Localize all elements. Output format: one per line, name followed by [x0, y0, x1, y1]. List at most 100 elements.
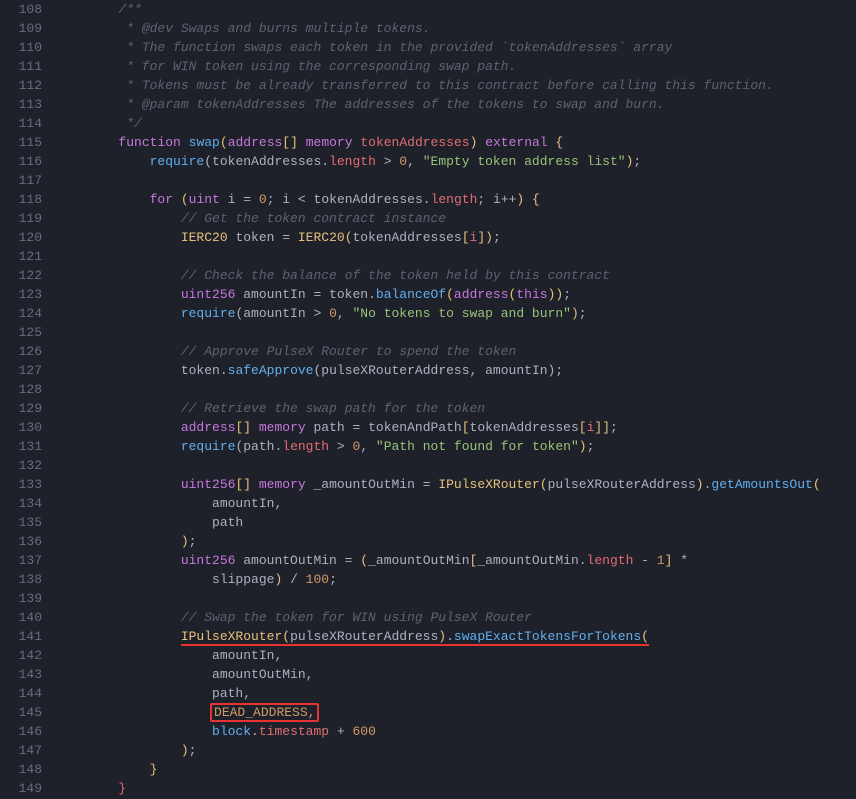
code-line[interactable]: // Get the token contract instance — [56, 209, 856, 228]
line-number-gutter: 1081091101111121131141151161171181191201… — [0, 0, 48, 799]
code-line[interactable]: amountIn, — [56, 646, 856, 665]
code-token: [ — [462, 230, 470, 245]
code-line[interactable]: IPulseXRouter(pulseXRouterAddress).swapE… — [56, 627, 856, 646]
code-token: [ — [462, 420, 470, 435]
code-line[interactable]: for (uint i = 0; i < tokenAddresses.leng… — [56, 190, 856, 209]
code-token — [56, 477, 181, 492]
line-number: 116 — [6, 152, 42, 171]
code-token: external — [485, 135, 547, 150]
code-line[interactable]: token.safeApprove(pulseXRouterAddress, a… — [56, 361, 856, 380]
code-line[interactable]: uint256[] memory _amountOutMin = IPulseX… — [56, 475, 856, 494]
code-line[interactable] — [56, 171, 856, 190]
code-line[interactable]: uint256 amountOutMin = (_amountOutMin[_a… — [56, 551, 856, 570]
line-number: 124 — [6, 304, 42, 323]
code-line[interactable] — [56, 456, 856, 475]
code-token: / — [282, 572, 305, 587]
code-token: ; i — [267, 192, 298, 207]
code-line[interactable]: ); — [56, 532, 856, 551]
code-token: , — [407, 154, 423, 169]
code-token: tokenAndPath — [360, 420, 461, 435]
code-token: safeApprove — [228, 363, 314, 378]
code-line[interactable]: path — [56, 513, 856, 532]
line-number: 129 — [6, 399, 42, 418]
code-token: ; — [579, 306, 587, 321]
code-editor-content[interactable]: /** * @dev Swaps and burns multiple toke… — [48, 0, 856, 799]
code-line[interactable]: IERC20 token = IERC20(tokenAddresses[i])… — [56, 228, 856, 247]
line-number: 119 — [6, 209, 42, 228]
code-token — [56, 572, 212, 587]
code-line[interactable]: ); — [56, 741, 856, 760]
code-line[interactable]: // Check the balance of the token held b… — [56, 266, 856, 285]
code-line[interactable] — [56, 323, 856, 342]
code-token — [56, 21, 126, 36]
line-number: 138 — [6, 570, 42, 589]
code-line[interactable]: slippage) / 100; — [56, 570, 856, 589]
line-number: 132 — [6, 456, 42, 475]
code-token: ( — [282, 629, 290, 646]
line-number: 127 — [6, 361, 42, 380]
code-token: ( — [181, 192, 189, 207]
code-token: ; — [610, 420, 618, 435]
code-line[interactable]: function swap(address[] memory tokenAddr… — [56, 133, 856, 152]
line-number: 109 — [6, 19, 42, 38]
code-line[interactable]: require(amountIn > 0, "No tokens to swap… — [56, 304, 856, 323]
code-token — [298, 135, 306, 150]
code-line[interactable]: // Retrieve the swap path for the token — [56, 399, 856, 418]
code-line[interactable]: } — [56, 760, 856, 779]
code-line[interactable]: uint256 amountIn = token.balanceOf(addre… — [56, 285, 856, 304]
code-line[interactable] — [56, 589, 856, 608]
code-token: ( — [813, 477, 821, 492]
code-token: length — [587, 553, 634, 568]
code-token: DEAD_ADDRESS, — [210, 703, 319, 722]
code-line[interactable]: require(path.length > 0, "Path not found… — [56, 437, 856, 456]
code-line[interactable]: // Swap the token for WIN using PulseX R… — [56, 608, 856, 627]
code-token: tokenAddresses — [212, 154, 321, 169]
code-line[interactable]: * for WIN token using the corresponding … — [56, 57, 856, 76]
code-token: . — [251, 724, 259, 739]
code-token: amountIn — [212, 648, 274, 663]
code-token: _amountOutMin — [306, 477, 423, 492]
code-line[interactable]: * @dev Swaps and burns multiple tokens. — [56, 19, 856, 38]
code-token: 0 — [329, 306, 337, 321]
code-line[interactable]: require(tokenAddresses.length > 0, "Empt… — [56, 152, 856, 171]
code-token: [ — [579, 420, 587, 435]
code-line[interactable] — [56, 380, 856, 399]
line-number: 108 — [6, 0, 42, 19]
code-token: . — [220, 363, 228, 378]
code-token: pulseXRouterAddress — [548, 477, 696, 492]
code-line[interactable]: address[] memory path = tokenAndPath[tok… — [56, 418, 856, 437]
code-line[interactable]: path, — [56, 684, 856, 703]
code-token: ; — [493, 230, 501, 245]
code-token: 100 — [306, 572, 329, 587]
code-line[interactable]: amountIn, — [56, 494, 856, 513]
code-token: . — [423, 192, 431, 207]
line-number: 139 — [6, 589, 42, 608]
code-line[interactable]: amountOutMin, — [56, 665, 856, 684]
code-token: ++ — [501, 192, 517, 207]
code-line[interactable]: DEAD_ADDRESS, — [56, 703, 856, 722]
line-number: 120 — [6, 228, 42, 247]
code-token: require — [181, 439, 236, 454]
code-token: ) — [181, 743, 189, 758]
code-token: swap — [189, 135, 220, 150]
code-line[interactable]: block.timestamp + 600 — [56, 722, 856, 741]
code-line[interactable] — [56, 247, 856, 266]
code-line[interactable]: * Tokens must be already transferred to … — [56, 76, 856, 95]
code-token: , — [306, 667, 314, 682]
code-line[interactable]: * The function swaps each token in the p… — [56, 38, 856, 57]
code-token: memory — [259, 477, 306, 492]
code-token — [251, 477, 259, 492]
code-line[interactable]: // Approve PulseX Router to spend the to… — [56, 342, 856, 361]
line-number: 149 — [6, 779, 42, 798]
code-token: 600 — [352, 724, 375, 739]
code-token: ) — [696, 477, 704, 492]
code-token — [56, 534, 181, 549]
code-token: this — [516, 287, 547, 302]
code-token — [56, 78, 126, 93]
code-line[interactable]: * @param tokenAddresses The addresses of… — [56, 95, 856, 114]
code-line[interactable]: /** — [56, 0, 856, 19]
code-line[interactable]: */ — [56, 114, 856, 133]
code-token — [56, 211, 181, 226]
code-line[interactable]: } — [56, 779, 856, 798]
code-token: i — [220, 192, 243, 207]
